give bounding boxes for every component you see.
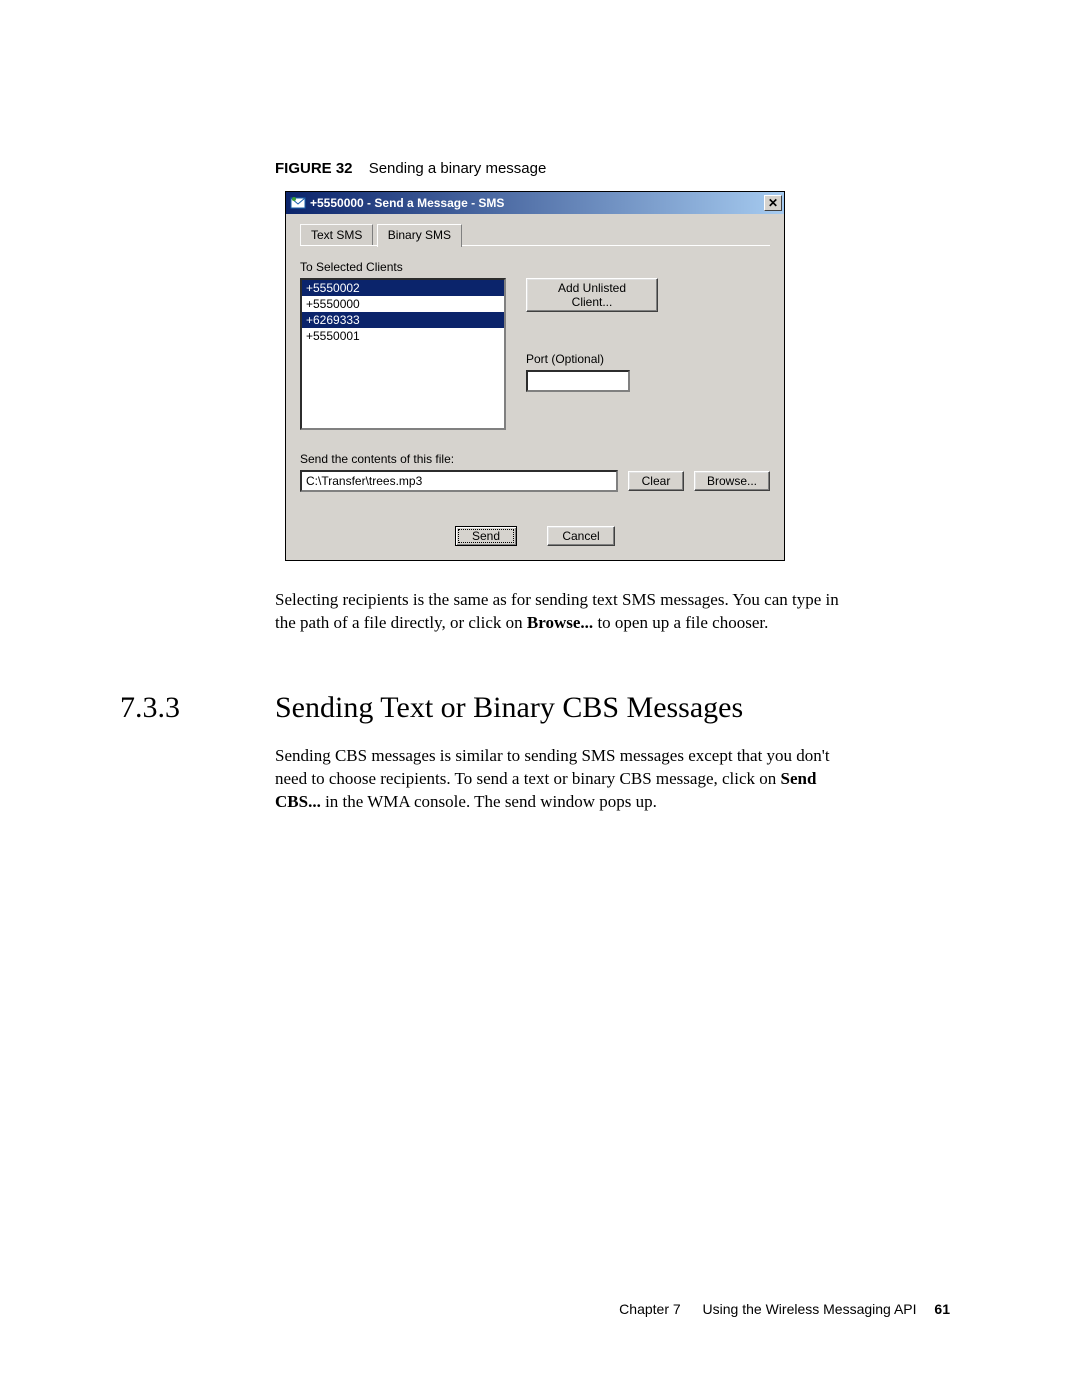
browse-button[interactable]: Browse... [694,471,770,491]
section-heading: 7.3.3 Sending Text or Binary CBS Message… [120,691,960,725]
body-paragraph: Selecting recipients is the same as for … [275,589,845,635]
cancel-button[interactable]: Cancel [547,526,615,546]
add-unlisted-client-button[interactable]: Add Unlisted Client... [526,278,658,312]
tabs: Text SMS Binary SMS [300,224,770,246]
clear-button[interactable]: Clear [628,471,684,491]
port-input[interactable] [526,370,630,392]
sms-dialog: +5550000 - Send a Message - SMS ✕ Text S… [285,191,785,561]
send-button[interactable]: Send [455,526,517,546]
close-button[interactable]: ✕ [764,195,782,211]
app-icon [290,195,306,211]
figure-title: Sending a binary message [369,160,547,177]
list-item[interactable]: +6269333 [302,312,504,328]
section-title: Sending Text or Binary CBS Messages [275,691,743,725]
chapter-label: Chapter 7 [619,1301,680,1317]
file-label: Send the contents of this file: [300,452,770,466]
file-path-input[interactable] [300,470,618,492]
text: to open up a file chooser. [593,613,768,632]
list-item[interactable]: +5550002 [302,280,504,296]
text: in the WMA console. The send window pops… [321,792,657,811]
tab-binary-sms[interactable]: Binary SMS [377,224,462,247]
bold-text: Browse... [527,613,593,632]
section-number: 7.3.3 [120,691,275,725]
text: Sending CBS messages is similar to sendi… [275,746,830,788]
tab-text-sms[interactable]: Text SMS [300,224,373,245]
page-number: 61 [934,1301,950,1317]
figure-label: FIGURE 32 [275,160,353,177]
clients-listbox[interactable]: +5550002 +5550000 +6269333 +5550001 [300,278,506,430]
page-footer: Chapter 7 Using the Wireless Messaging A… [619,1301,950,1317]
chapter-title: Using the Wireless Messaging API [703,1301,917,1317]
body-paragraph: Sending CBS messages is similar to sendi… [275,745,845,814]
to-clients-label: To Selected Clients [300,260,506,274]
figure-caption: FIGURE 32 Sending a binary message [275,160,960,177]
list-item[interactable]: +5550000 [302,296,504,312]
dialog-title: +5550000 - Send a Message - SMS [310,196,764,210]
close-icon: ✕ [768,196,778,210]
list-item[interactable]: +5550001 [302,328,504,344]
titlebar: +5550000 - Send a Message - SMS ✕ [286,192,784,214]
port-label: Port (Optional) [526,352,658,366]
